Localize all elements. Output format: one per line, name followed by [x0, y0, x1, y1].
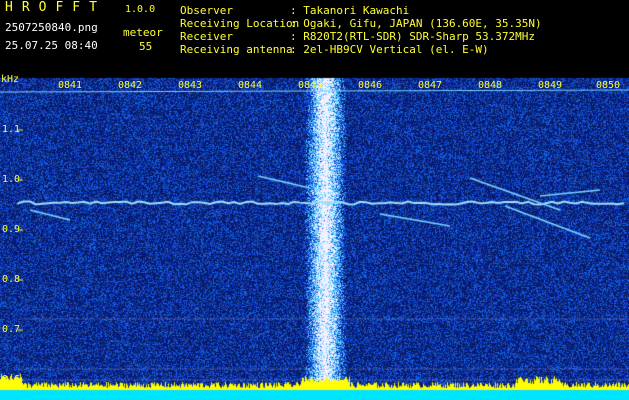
time-axis-label: 0848	[478, 80, 503, 91]
app-title: HROFFT	[5, 0, 106, 15]
observer-value: : Takanori Kawachi	[290, 4, 410, 17]
y-axis-label: 0.9	[2, 224, 21, 235]
y-axis-label: 0.6	[2, 374, 21, 385]
time-axis-label: 0850	[596, 80, 621, 91]
time-axis-label: 0844	[238, 80, 263, 91]
meteor-count-value: 55	[139, 40, 153, 53]
location-label: Receiving Location	[180, 17, 300, 30]
time-axis-label: 0846	[358, 80, 383, 91]
antenna-value: : 2el-HB9CV Vertical (el. E-W)	[290, 43, 489, 56]
spectrogram-canvas	[0, 0, 629, 400]
location-value: : Ogaki, Gifu, JAPAN (136.60E, 35.35N)	[290, 17, 542, 30]
time-axis-label: 0843	[178, 80, 203, 91]
antenna-label: Receiving antenna	[180, 43, 293, 56]
hrofft-window: HROFFT 1.0.0 2507250840.png 25.07.25 08:…	[0, 0, 629, 400]
time-axis-label: 0842	[118, 80, 143, 91]
receiver-label: Receiver	[180, 30, 233, 43]
meteor-count-label: meteor	[123, 26, 163, 39]
y-axis-label: 0.8	[2, 274, 21, 285]
observer-label: Observer	[180, 4, 233, 17]
receiver-value: : R820T2(RTL-SDR) SDR-Sharp 53.372MHz	[290, 30, 536, 43]
app-version: 1.0.0	[125, 4, 156, 15]
file-name: 2507250840.png	[5, 21, 98, 34]
time-axis-label: 0849	[538, 80, 563, 91]
y-axis-label: 1.0	[2, 174, 21, 185]
time-axis-label: 0845	[298, 80, 323, 91]
y-axis-label: 0.7	[2, 324, 21, 335]
time-axis-label: 0847	[418, 80, 443, 91]
capture-datetime: 25.07.25 08:40	[5, 39, 98, 52]
time-axis-label: 0841	[58, 80, 83, 91]
station-info-labels: Observer Receiving Location Receiver Rec…	[180, 4, 299, 56]
station-info-values: : Takanori Kawachi : Ogaki, Gifu, JAPAN …	[290, 4, 542, 56]
y-axis-label: 1.1	[2, 124, 21, 135]
frequency-unit-label: kHz	[1, 74, 20, 85]
